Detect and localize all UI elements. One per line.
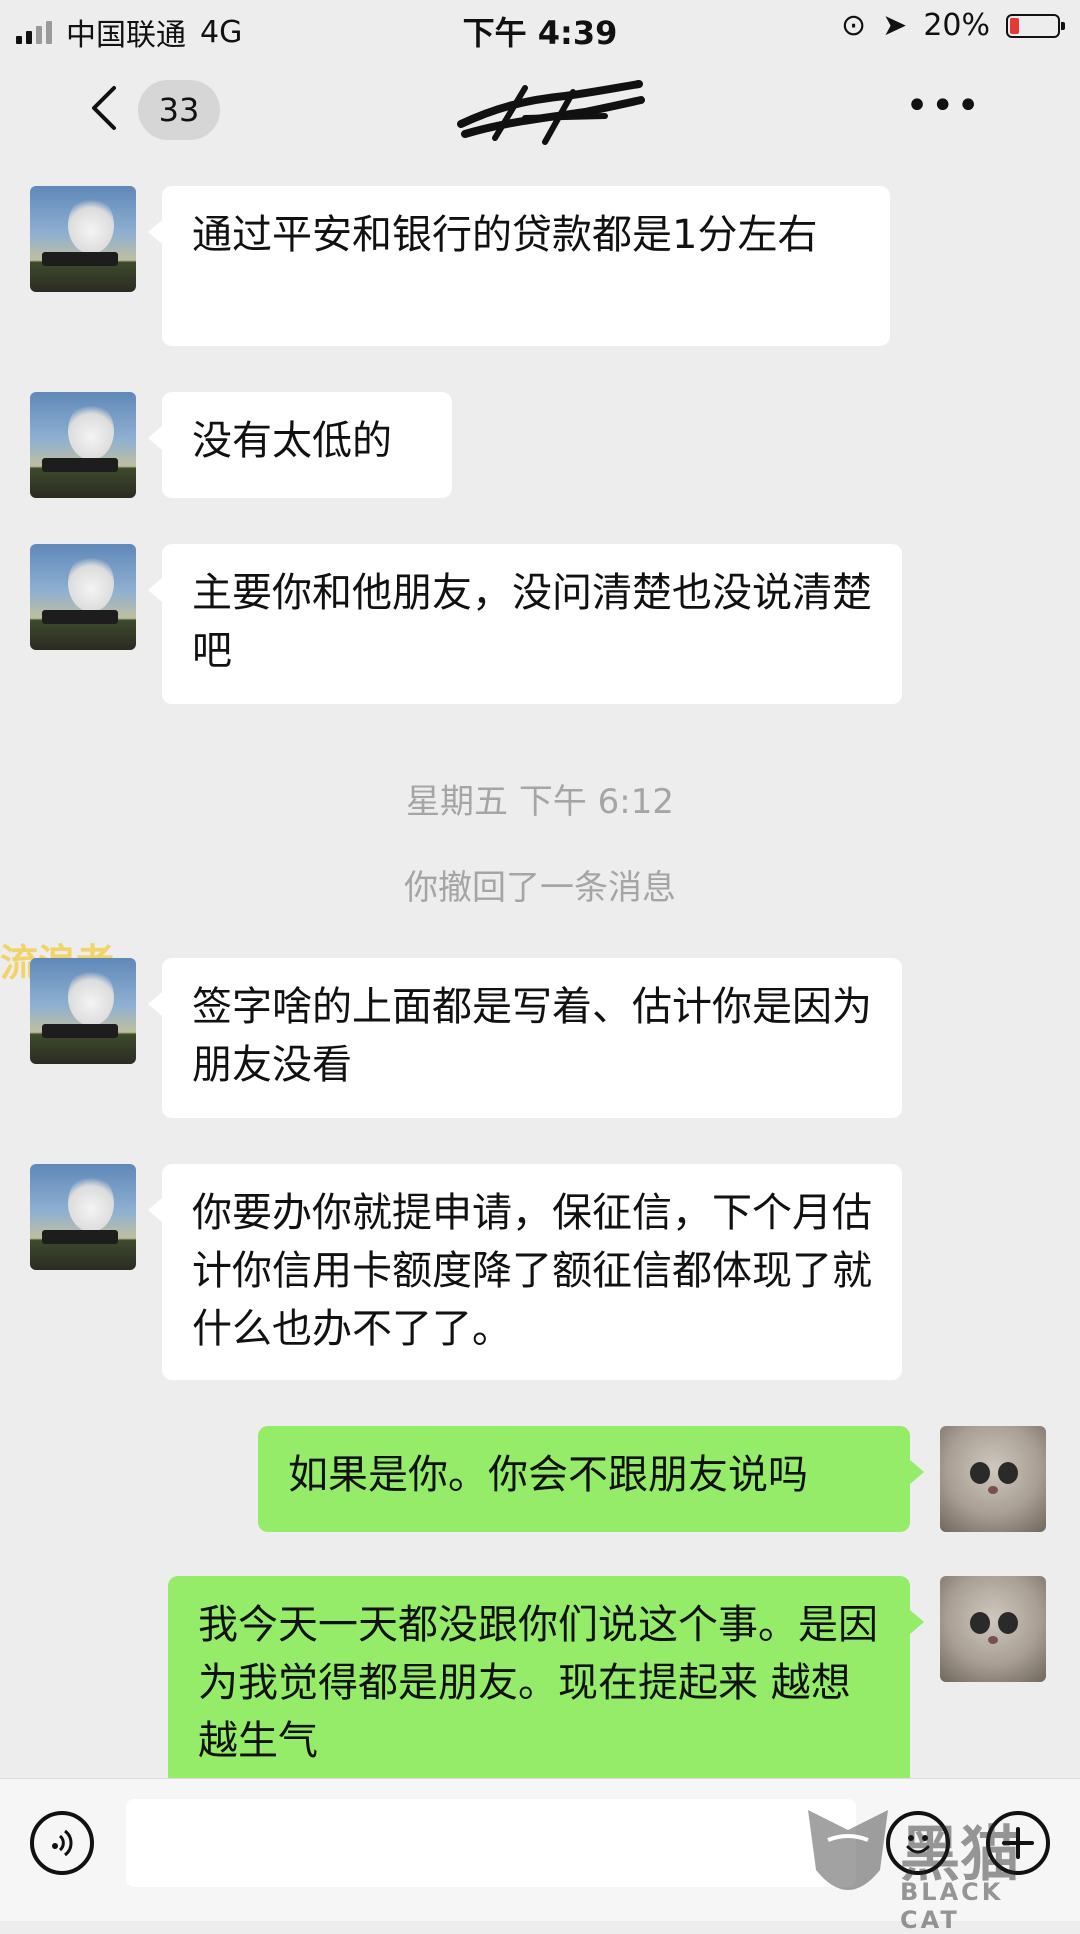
signal-icon <box>16 20 52 44</box>
status-bar: 中国联通 4G 下午 4:39 ⊙ ➤ 20% <box>0 0 1080 56</box>
my-avatar[interactable] <box>940 1576 1046 1682</box>
outgoing-message-bubble[interactable]: 我今天一天都没跟你们说这个事。是因为我觉得都是朋友。现在提起来 越想越生气 <box>168 1576 924 1778</box>
incoming-message-bubble[interactable]: 签字啥的上面都是写着、估计你是因为朋友没看 <box>148 958 902 1118</box>
more-options-button[interactable]: ••• <box>905 86 982 126</box>
contact-avatar[interactable] <box>30 544 136 650</box>
contact-avatar[interactable] <box>30 186 136 292</box>
chat-title-redacted <box>455 78 645 148</box>
incoming-message-bubble[interactable]: 你要办你就提申请，保征信，下个月估计你信用卡额度降了额征信都体现了就什么也办不了… <box>148 1164 902 1380</box>
contact-avatar[interactable] <box>30 1164 136 1270</box>
contact-avatar[interactable] <box>30 392 136 498</box>
incoming-message-bubble[interactable]: 通过平安和银行的贷款都是1分左右 <box>148 186 890 346</box>
voice-icon <box>52 1829 73 1857</box>
battery-percent: 20% <box>923 8 990 43</box>
battery-level <box>1010 17 1019 34</box>
network-label: 4G <box>200 14 243 50</box>
incoming-message-bubble[interactable]: 没有太低的 <box>148 392 452 498</box>
my-avatar[interactable] <box>940 1426 1046 1532</box>
brand-watermark: 黑猫 BLACK CAT <box>800 1800 1070 1934</box>
chevron-left-icon <box>92 86 116 130</box>
contact-avatar[interactable] <box>30 958 136 1064</box>
chat-timestamp: 星期五 下午 6:12 <box>406 782 674 822</box>
status-left: 中国联通 4G <box>16 10 242 54</box>
orientation-lock-icon: ⊙ <box>841 8 867 43</box>
location-icon: ➤ <box>882 8 908 43</box>
nav-bar: 33 ••• <box>0 56 1080 166</box>
recall-notice[interactable]: 你撤回了一条消息 <box>0 860 1080 909</box>
incoming-message-bubble[interactable]: 主要你和他朋友，没问清楚也没说清楚吧 <box>148 544 902 704</box>
status-right: ⊙ ➤ 20% <box>841 8 1065 43</box>
redaction-scribble <box>457 80 645 145</box>
back-button[interactable] <box>88 84 118 141</box>
outgoing-message-bubble[interactable]: 如果是你。你会不跟朋友说吗 <box>258 1426 924 1532</box>
carrier-label: 中国联通 <box>66 18 186 53</box>
black-cat-logo-icon <box>808 1810 888 1890</box>
battery-icon <box>1006 13 1065 38</box>
message-input[interactable] <box>126 1799 856 1887</box>
unread-count-badge[interactable]: 33 <box>138 80 220 140</box>
brand-name-en: BLACK CAT <box>900 1878 1004 1934</box>
voice-input-button[interactable] <box>30 1811 94 1875</box>
